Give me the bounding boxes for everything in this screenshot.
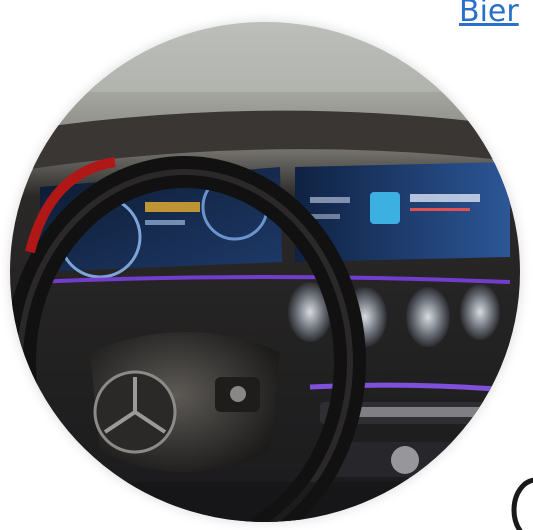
header-link[interactable]: Bier: [459, 0, 519, 29]
gear-knob-fragment: [511, 477, 533, 530]
dashboard-photo: [10, 22, 520, 522]
